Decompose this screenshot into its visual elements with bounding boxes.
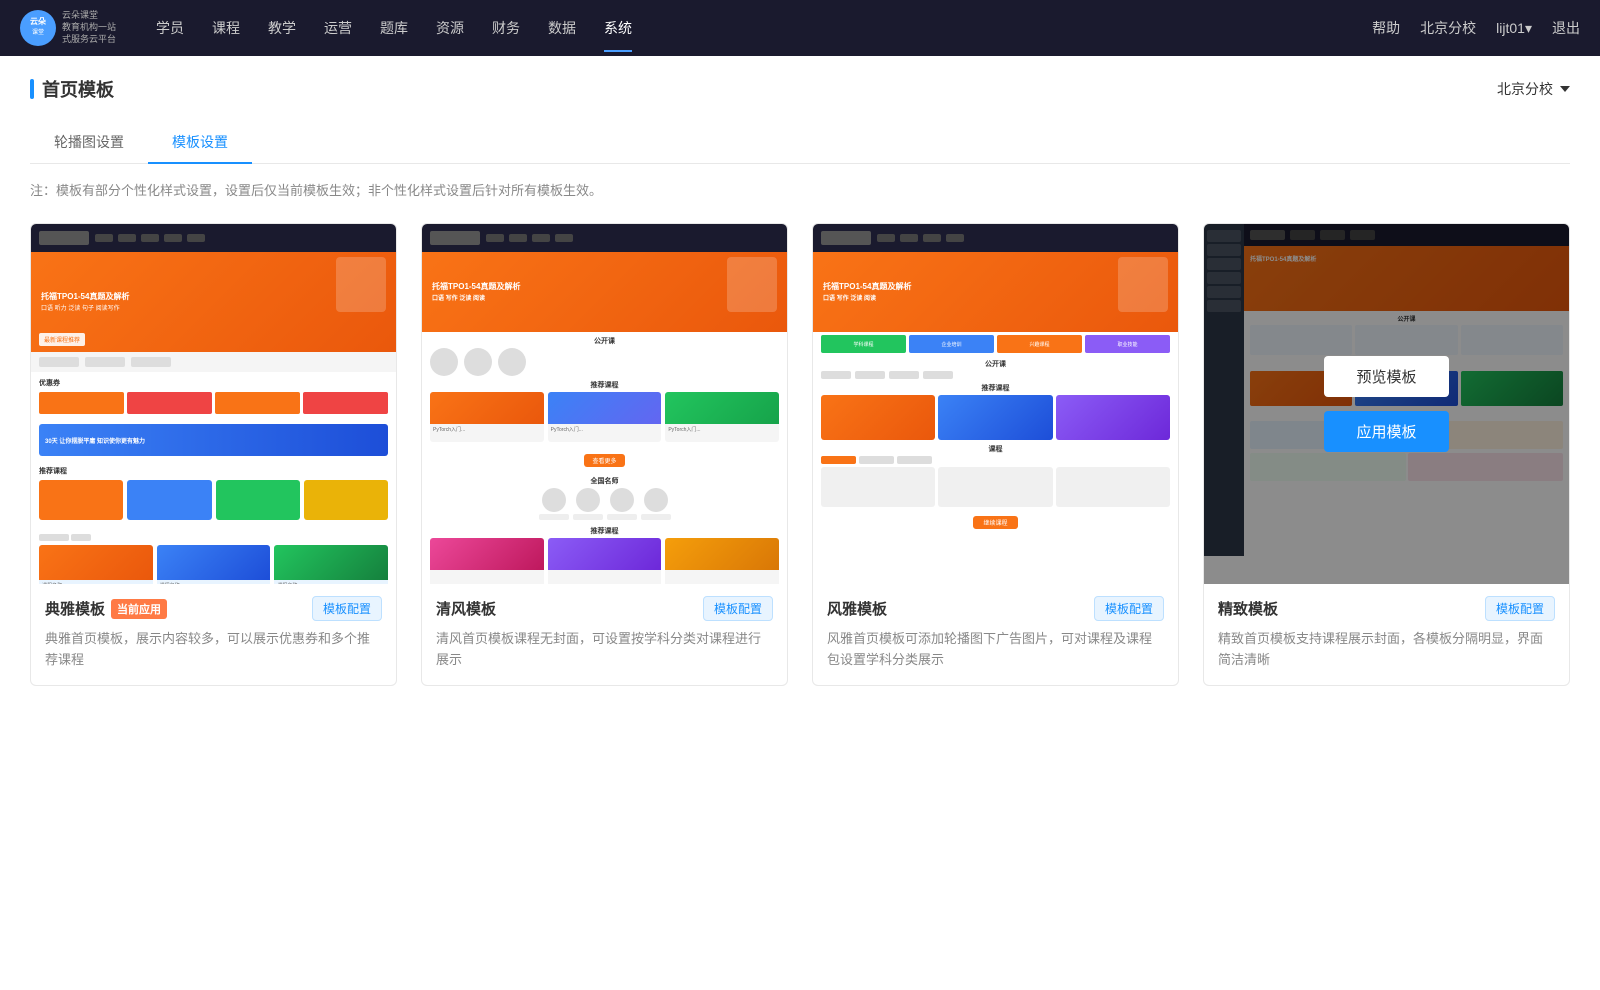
page-title: 首页模板 bbox=[42, 76, 114, 102]
template-preview-qingfeng: 托福TPO1-54真题及解析口语 写作 泛读 阅读 公开课 推荐课程 PyTor bbox=[422, 224, 787, 584]
template-preview-fengya: 托福TPO1-54真题及解析口语 写作 泛读 阅读 学科课程 企业培训 兴趣课程… bbox=[813, 224, 1178, 584]
template-desc-dianyan: 典雅首页模板，展示内容较多，可以展示优惠券和多个推荐课程 bbox=[45, 629, 382, 671]
page-header: 首页模板 北京分校 bbox=[30, 76, 1570, 102]
template-info-jingzhi: 精致模板 模板配置 精致首页模板支持课程展示封面，各模板分隔明显，界面简洁清晰 bbox=[1204, 584, 1569, 685]
templates-grid: 托福TPO1-54真题及解析口语 听力 泛读 句子 阅读写作 最新课程推荐 优惠… bbox=[30, 223, 1570, 686]
nav-item-data[interactable]: 数据 bbox=[548, 14, 576, 42]
template-hover-overlay-jingzhi: 预览模板 应用模板 bbox=[1204, 224, 1569, 584]
svg-text:云朵: 云朵 bbox=[30, 16, 46, 26]
nav-item-operations[interactable]: 运营 bbox=[324, 14, 352, 42]
template-name-row-qingfeng: 清风模板 模板配置 bbox=[436, 596, 773, 621]
current-badge-dianyan: 当前应用 bbox=[111, 599, 167, 619]
navbar: 云朵 课堂 云朵课堂 教育机构一站 式服务云平台 学员 课程 教学 运营 题库 … bbox=[0, 0, 1600, 56]
logo-icon: 云朵 课堂 bbox=[20, 10, 56, 46]
template-name-qingfeng: 清风模板 bbox=[436, 598, 496, 619]
template-desc-fengya: 风雅首页模板可添加轮播图下广告图片，可对课程及课程包设置学科分类展示 bbox=[827, 629, 1164, 671]
page-container: 首页模板 北京分校 轮播图设置 模板设置 注：模板有部分个性化样式设置，设置后仅… bbox=[0, 56, 1600, 990]
template-desc-qingfeng: 清风首页模板课程无封面，可设置按学科分类对课程进行展示 bbox=[436, 629, 773, 671]
config-btn-fengya[interactable]: 模板配置 bbox=[1094, 596, 1164, 621]
tab-template[interactable]: 模板设置 bbox=[148, 122, 252, 164]
template-name-dianyan: 典雅模板 当前应用 bbox=[45, 598, 167, 619]
nav-user[interactable]: lijt01▾ bbox=[1496, 20, 1532, 37]
svg-text:课堂: 课堂 bbox=[32, 28, 44, 36]
branch-chevron-icon bbox=[1560, 86, 1570, 92]
logo-text: 云朵课堂 教育机构一站 式服务云平台 bbox=[62, 10, 116, 45]
nav-item-teaching[interactable]: 教学 bbox=[268, 14, 296, 42]
template-name-fengya: 风雅模板 bbox=[827, 598, 887, 619]
template-info-fengya: 风雅模板 模板配置 风雅首页模板可添加轮播图下广告图片，可对课程及课程包设置学科… bbox=[813, 584, 1178, 685]
config-btn-qingfeng[interactable]: 模板配置 bbox=[703, 596, 773, 621]
nav-item-course[interactable]: 课程 bbox=[212, 14, 240, 42]
template-name-row-fengya: 风雅模板 模板配置 bbox=[827, 596, 1164, 621]
template-info-qingfeng: 清风模板 模板配置 清风首页模板课程无封面，可设置按学科分类对课程进行展示 bbox=[422, 584, 787, 685]
template-desc-jingzhi: 精致首页模板支持课程展示封面，各模板分隔明显，界面简洁清晰 bbox=[1218, 629, 1555, 671]
preview-btn-jingzhi[interactable]: 预览模板 bbox=[1324, 356, 1448, 397]
nav-help[interactable]: 帮助 bbox=[1372, 18, 1400, 38]
branch-name: 北京分校 bbox=[1497, 79, 1553, 99]
apply-btn-jingzhi[interactable]: 应用模板 bbox=[1324, 411, 1448, 452]
note-text: 注：模板有部分个性化样式设置，设置后仅当前模板生效；非个性化样式设置后针对所有模… bbox=[30, 180, 1570, 199]
logo: 云朵 课堂 云朵课堂 教育机构一站 式服务云平台 bbox=[20, 10, 116, 46]
navbar-menu: 学员 课程 教学 运营 题库 资源 财务 数据 系统 bbox=[156, 14, 1372, 42]
nav-item-finance[interactable]: 财务 bbox=[492, 14, 520, 42]
template-name-jingzhi: 精致模板 bbox=[1218, 598, 1278, 619]
nav-item-questions[interactable]: 题库 bbox=[380, 14, 408, 42]
template-card-fengya: 托福TPO1-54真题及解析口语 写作 泛读 阅读 学科课程 企业培训 兴趣课程… bbox=[812, 223, 1179, 686]
nav-item-system[interactable]: 系统 bbox=[604, 14, 632, 42]
template-name-row-jingzhi: 精致模板 模板配置 bbox=[1218, 596, 1555, 621]
template-card-dianyan: 托福TPO1-54真题及解析口语 听力 泛读 句子 阅读写作 最新课程推荐 优惠… bbox=[30, 223, 397, 686]
navbar-right: 帮助 北京分校 lijt01▾ 退出 bbox=[1372, 18, 1580, 38]
page-title-wrap: 首页模板 bbox=[30, 76, 114, 102]
page-title-bar bbox=[30, 79, 34, 99]
template-info-dianyan: 典雅模板 当前应用 模板配置 典雅首页模板，展示内容较多，可以展示优惠券和多个推… bbox=[31, 584, 396, 685]
template-card-qingfeng: 托福TPO1-54真题及解析口语 写作 泛读 阅读 公开课 推荐课程 PyTor bbox=[421, 223, 788, 686]
nav-item-student[interactable]: 学员 bbox=[156, 14, 184, 42]
branch-selector[interactable]: 北京分校 bbox=[1497, 79, 1570, 99]
nav-item-resources[interactable]: 资源 bbox=[436, 14, 464, 42]
tab-carousel[interactable]: 轮播图设置 bbox=[30, 122, 148, 164]
config-btn-jingzhi[interactable]: 模板配置 bbox=[1485, 596, 1555, 621]
template-card-jingzhi: 托福TPO1-54真题及解析 公开课 bbox=[1203, 223, 1570, 686]
config-btn-dianyan[interactable]: 模板配置 bbox=[312, 596, 382, 621]
nav-logout[interactable]: 退出 bbox=[1552, 18, 1580, 38]
tabs: 轮播图设置 模板设置 bbox=[30, 122, 1570, 164]
template-preview-jingzhi: 托福TPO1-54真题及解析 公开课 bbox=[1204, 224, 1569, 584]
template-name-row-dianyan: 典雅模板 当前应用 模板配置 bbox=[45, 596, 382, 621]
nav-branch[interactable]: 北京分校 bbox=[1420, 18, 1476, 38]
template-preview-dianyan: 托福TPO1-54真题及解析口语 听力 泛读 句子 阅读写作 最新课程推荐 优惠… bbox=[31, 224, 396, 584]
